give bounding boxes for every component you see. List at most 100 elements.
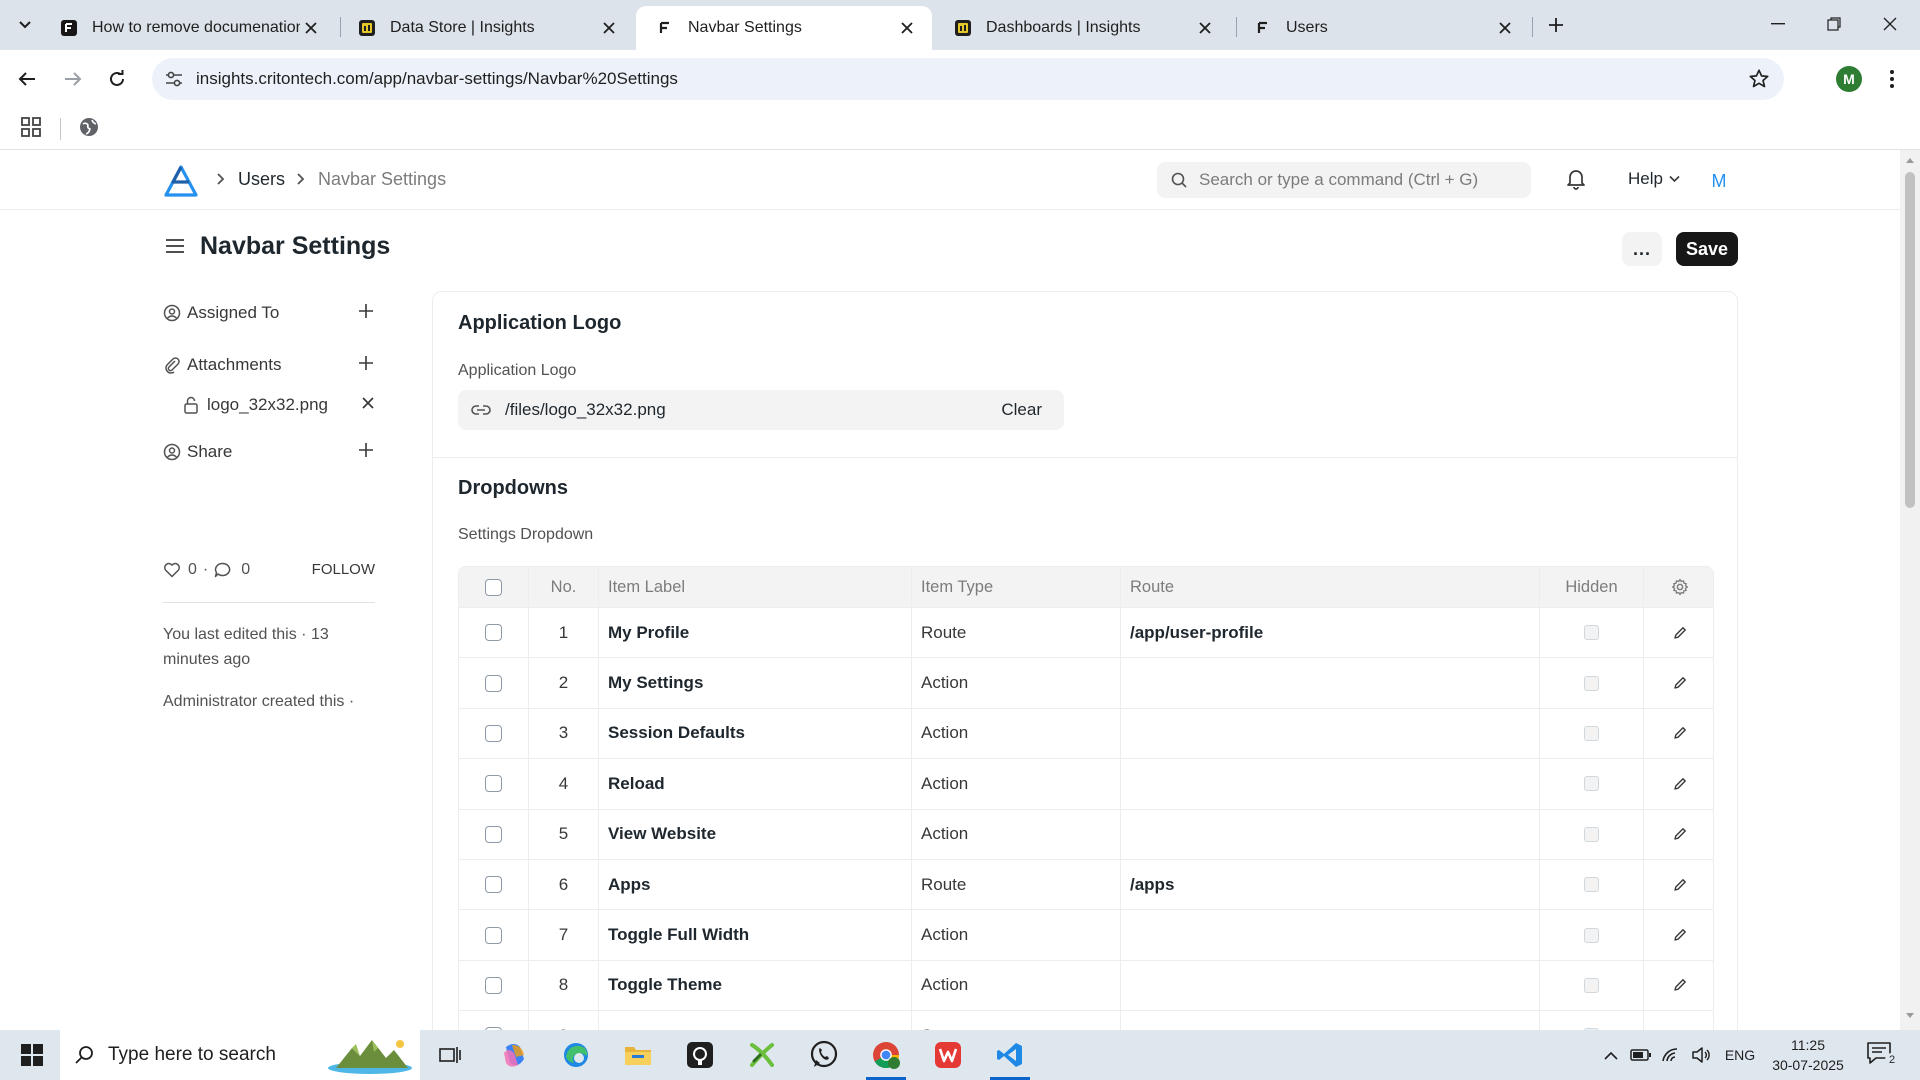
item-type-cell[interactable]: Separator xyxy=(912,1011,1121,1030)
follow-button[interactable]: FOLLOW xyxy=(312,561,375,578)
breadcrumb-users[interactable]: Users xyxy=(238,169,285,190)
app-logo-icon[interactable] xyxy=(163,164,199,198)
breadcrumb-navbar-settings[interactable]: Navbar Settings xyxy=(318,169,446,190)
item-type-cell[interactable]: Action xyxy=(912,658,1121,708)
forward-button[interactable] xyxy=(56,62,90,96)
user-avatar[interactable]: M xyxy=(1704,166,1734,196)
table-row[interactable]: 8 Toggle Theme Action xyxy=(459,960,1713,1012)
close-icon[interactable] xyxy=(1194,17,1216,39)
clear-logo-button[interactable]: Clear xyxy=(1001,400,1042,420)
pencil-edit-icon[interactable] xyxy=(1673,726,1687,740)
item-label-cell[interactable]: Apps xyxy=(599,859,912,910)
pencil-edit-icon[interactable] xyxy=(1673,827,1687,841)
application-logo-attach-field[interactable]: /files/logo_32x32.png Clear xyxy=(458,390,1064,430)
pencil-edit-icon[interactable] xyxy=(1673,777,1687,791)
scroll-up-arrow-icon[interactable] xyxy=(1905,156,1915,164)
hidden-checkbox[interactable] xyxy=(1584,877,1599,893)
hidden-checkbox[interactable] xyxy=(1584,826,1599,842)
row-select-checkbox[interactable] xyxy=(485,926,502,944)
item-type-cell[interactable]: Action xyxy=(912,708,1121,759)
table-row[interactable]: 1 My Profile Route /app/user-profile xyxy=(459,608,1713,659)
table-row[interactable]: 7 Toggle Full Width Action xyxy=(459,910,1713,961)
route-cell[interactable] xyxy=(1121,960,1540,1011)
hidden-checkbox[interactable] xyxy=(1584,675,1599,691)
pencil-edit-icon[interactable] xyxy=(1673,878,1687,892)
comment-icon[interactable] xyxy=(214,562,232,578)
route-cell[interactable] xyxy=(1121,1011,1540,1030)
item-label-cell[interactable]: View Website xyxy=(599,809,912,859)
item-type-cell[interactable]: Action xyxy=(912,809,1121,859)
browser-tab-4[interactable]: Dashboards | Insights xyxy=(934,6,1230,50)
file-explorer-icon[interactable] xyxy=(612,1030,664,1080)
tab-search-button[interactable] xyxy=(10,10,40,40)
add-assignment-plus-icon[interactable] xyxy=(357,302,375,320)
site-settings-icon[interactable] xyxy=(162,71,186,87)
route-cell[interactable] xyxy=(1121,708,1540,759)
close-window-button[interactable] xyxy=(1862,0,1918,48)
route-cell[interactable] xyxy=(1121,809,1540,859)
heart-icon[interactable] xyxy=(163,562,181,578)
row-select-checkbox[interactable] xyxy=(485,825,502,843)
more-actions-button[interactable]: ... xyxy=(1622,232,1662,266)
item-label-cell[interactable] xyxy=(599,1011,912,1030)
pencil-edit-icon[interactable] xyxy=(1673,626,1687,640)
assigned-to-row[interactable]: Assigned To xyxy=(163,300,375,326)
row-select-checkbox[interactable] xyxy=(485,674,502,692)
item-label-cell[interactable]: Reload xyxy=(599,759,912,809)
item-label-cell[interactable]: Toggle Full Width xyxy=(599,910,912,960)
row-select-checkbox[interactable] xyxy=(485,775,502,793)
item-label-cell[interactable]: My Settings xyxy=(599,658,912,708)
whatsapp-icon[interactable] xyxy=(798,1030,850,1080)
route-cell[interactable] xyxy=(1121,658,1540,708)
xmind-icon[interactable] xyxy=(736,1030,788,1080)
remove-attachment-close-icon[interactable] xyxy=(361,396,375,410)
taskbar-search-box[interactable]: Type here to search xyxy=(60,1030,420,1080)
browser-tab-3-active[interactable]: Navbar Settings xyxy=(636,6,932,50)
wps-office-icon[interactable] xyxy=(922,1030,974,1080)
battery-icon[interactable] xyxy=(1628,1030,1654,1080)
item-label-cell[interactable]: Session Defaults xyxy=(599,708,912,759)
minimize-button[interactable] xyxy=(1750,0,1806,48)
profile-avatar[interactable]: M xyxy=(1836,66,1862,92)
windows-start-button[interactable] xyxy=(8,1030,56,1080)
logo-file-path[interactable]: /files/logo_32x32.png xyxy=(505,400,666,420)
table-row[interactable]: 4 Reload Action xyxy=(459,759,1713,810)
table-row[interactable]: 5 View Website Action xyxy=(459,809,1713,860)
browser-tab-1[interactable]: How to remove documenation xyxy=(40,6,336,50)
reload-button[interactable] xyxy=(100,62,134,96)
back-button[interactable] xyxy=(10,62,44,96)
close-icon[interactable] xyxy=(896,17,918,39)
show-hidden-icons-chevron[interactable] xyxy=(1598,1030,1624,1080)
gear-icon[interactable] xyxy=(1671,578,1689,596)
vscode-icon[interactable] xyxy=(984,1030,1036,1080)
scrollbar-thumb[interactable] xyxy=(1905,172,1915,508)
close-icon[interactable] xyxy=(1494,17,1516,39)
page-scrollbar[interactable] xyxy=(1900,150,1920,1030)
route-cell[interactable]: /app/user-profile xyxy=(1121,608,1540,658)
item-type-cell[interactable]: Route xyxy=(912,608,1121,658)
new-tab-button[interactable] xyxy=(1540,12,1572,38)
item-type-cell[interactable]: Action xyxy=(912,910,1121,960)
hidden-checkbox[interactable] xyxy=(1584,927,1599,943)
close-icon[interactable] xyxy=(598,17,620,39)
hidden-checkbox[interactable] xyxy=(1584,625,1599,641)
route-cell[interactable] xyxy=(1121,910,1540,960)
attachments-row[interactable]: Attachments xyxy=(163,352,375,378)
globe-icon[interactable] xyxy=(78,116,102,140)
row-select-checkbox[interactable] xyxy=(485,876,502,894)
scroll-down-arrow-icon[interactable] xyxy=(1905,1012,1915,1020)
item-type-cell[interactable]: Route xyxy=(912,859,1121,910)
hidden-checkbox[interactable] xyxy=(1584,977,1599,993)
item-label-cell[interactable]: My Profile xyxy=(599,608,912,658)
sidebar-toggle-icon[interactable] xyxy=(165,238,185,254)
wifi-icon[interactable] xyxy=(1658,1030,1684,1080)
add-attachment-plus-icon[interactable] xyxy=(357,354,375,372)
item-type-cell[interactable]: Action xyxy=(912,759,1121,809)
table-row[interactable]: 3 Session Defaults Action xyxy=(459,708,1713,760)
table-row[interactable]: 2 My Settings Action xyxy=(459,658,1713,709)
volume-icon[interactable] xyxy=(1688,1030,1714,1080)
hidden-checkbox[interactable] xyxy=(1584,776,1599,792)
row-select-checkbox[interactable] xyxy=(485,976,502,994)
share-row[interactable]: Share xyxy=(163,439,375,465)
hidden-checkbox[interactable] xyxy=(1584,725,1599,741)
